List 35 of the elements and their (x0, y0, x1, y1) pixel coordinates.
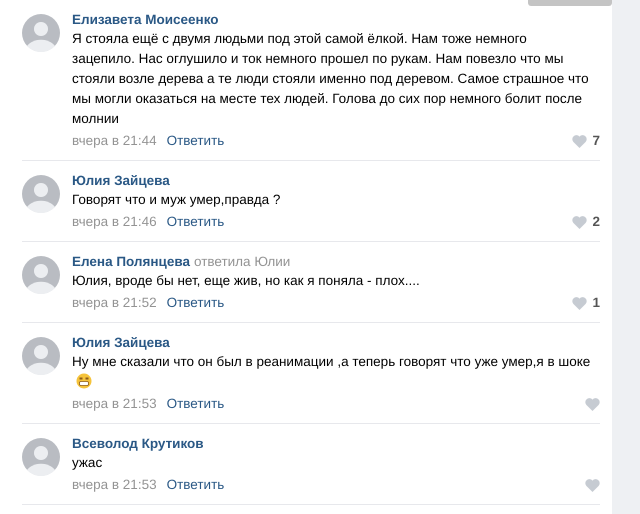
author-name[interactable]: Елизавета Моисеенко (72, 10, 219, 29)
heart-icon[interactable] (585, 478, 600, 492)
author-name[interactable]: Всеволод Крутиков (72, 434, 204, 453)
author-name[interactable]: Юлия Зайцева (72, 171, 170, 190)
comment-text: Юлия, вроде бы нет, еще жив, но как я поняла - плох.... (72, 272, 421, 290)
like-count: 7 (592, 132, 600, 150)
comment-text: Ну мне сказали что он был в реанимации ,а теперь говорят что уже умер,я в шоке (72, 352, 592, 392)
reply-link[interactable]: Ответить (166, 293, 224, 313)
comment-time: вчера в 21:53 (72, 395, 157, 413)
avatar[interactable] (22, 337, 60, 375)
author-name[interactable]: Юлия Зайцева (72, 333, 170, 352)
comment-text: ужас (72, 454, 104, 472)
reply-link[interactable]: Ответить (166, 212, 224, 232)
scrollbar[interactable] (528, 0, 612, 6)
author-name[interactable]: Елена Полянцева (72, 252, 190, 271)
avatar[interactable] (22, 256, 60, 294)
heart-icon[interactable] (585, 398, 600, 410)
like-count: 1 (592, 294, 600, 312)
avatar[interactable] (22, 438, 60, 476)
comment-text: Я стояла ещё с двумя людьми под этой самой ёлкой. Нам тоже немного зацепило. Нас оглушило и ток немного прошел по рукам. Нам повезло что мы стояли возле дерева а те люди стояли именно под деревом. Самое страшное что мы могли оказаться на месте тех людей. Голова до сих пор немного болит после молнии (72, 30, 590, 128)
comment-time: вчера в 21:46 (72, 213, 157, 231)
reply-link[interactable]: Ответить (166, 475, 224, 495)
comment-time: вчера в 21:53 (72, 476, 157, 494)
heart-icon[interactable] (572, 296, 588, 310)
heart-icon[interactable] (572, 216, 588, 228)
avatar[interactable] (22, 14, 60, 52)
avatar[interactable] (22, 175, 60, 213)
heart-icon[interactable] (572, 134, 588, 148)
reply-link[interactable]: Ответить (166, 394, 224, 414)
like-count: 2 (592, 213, 600, 231)
comment-text: Говорят что и муж умер,правда ? (72, 191, 282, 209)
reply-link[interactable]: Ответить (166, 131, 224, 151)
comment-time: вчера в 21:44 (72, 132, 157, 150)
reply-to-label: ответила Юлии (194, 253, 290, 271)
comment-time: вчера в 21:52 (72, 294, 157, 312)
